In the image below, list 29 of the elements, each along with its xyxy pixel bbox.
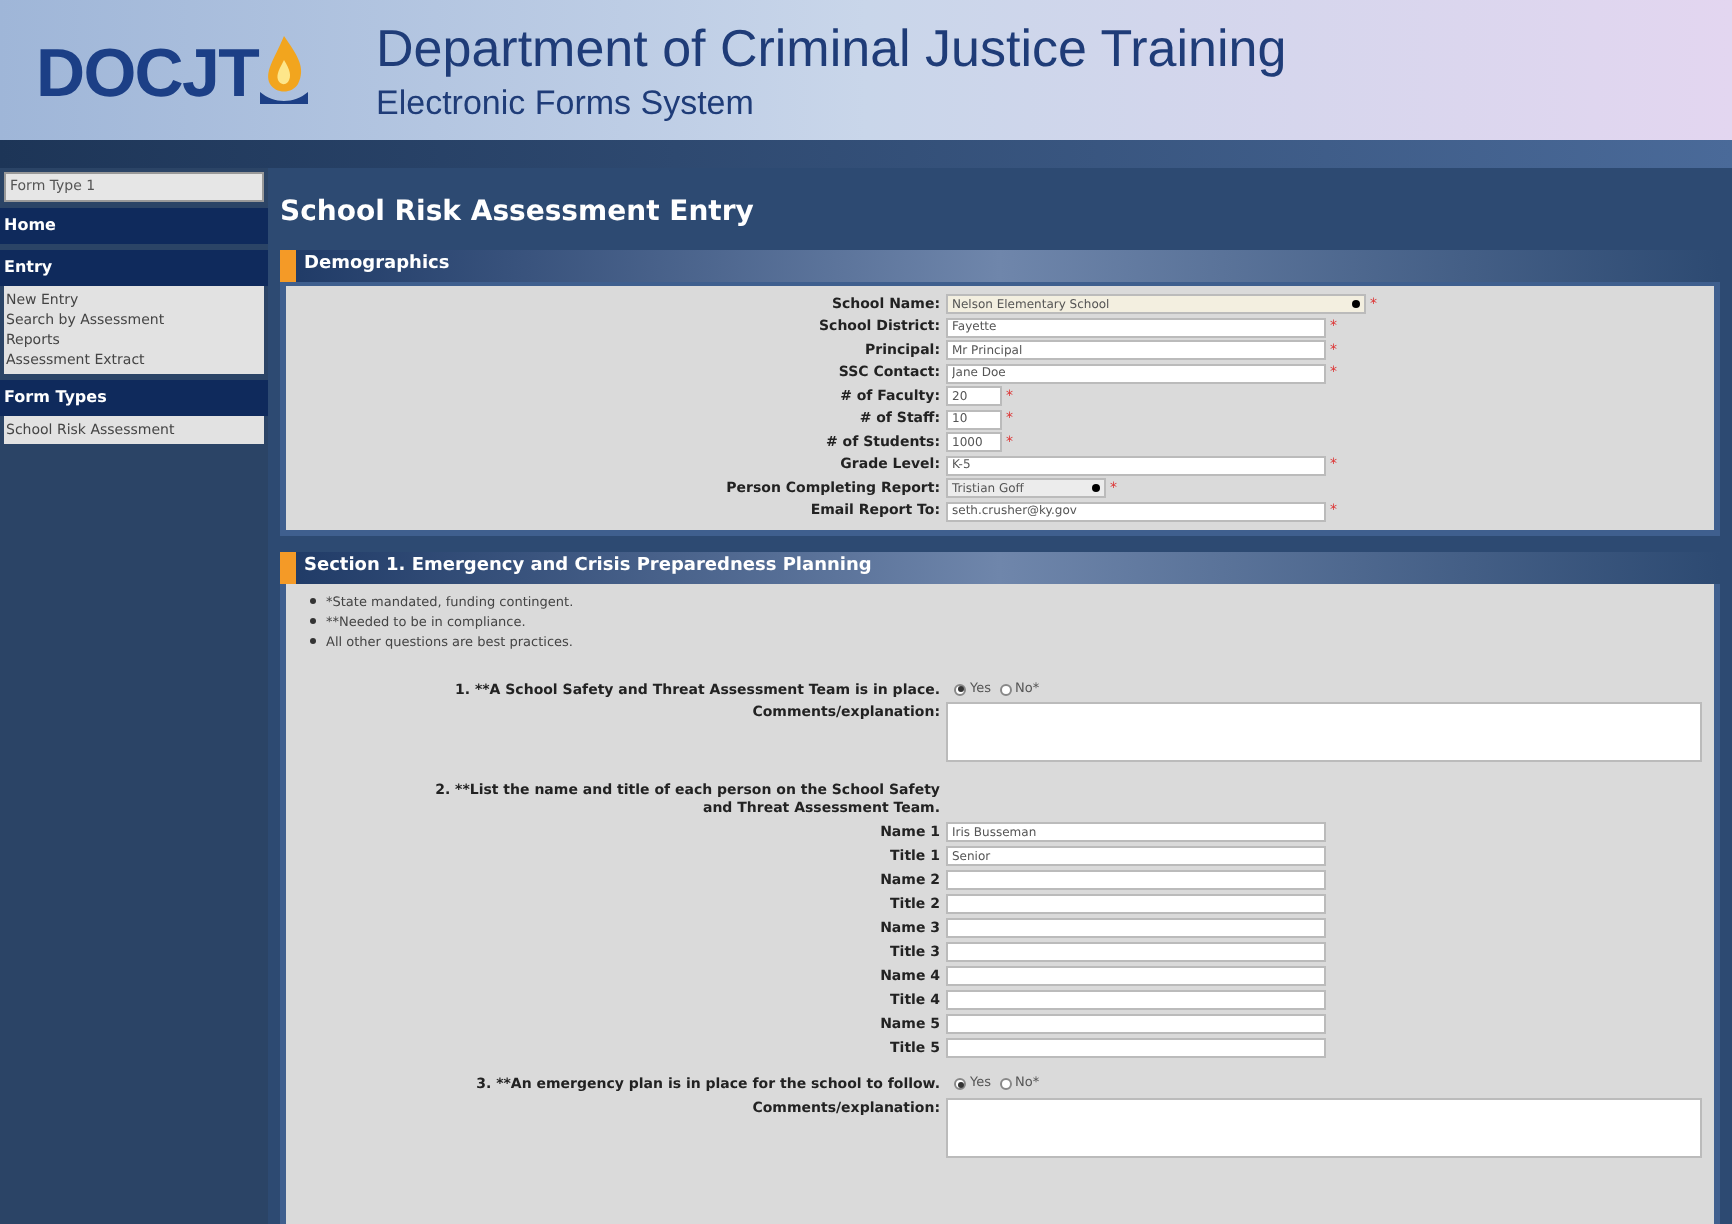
sidebar-heading[interactable]: Entry	[0, 249, 268, 285]
input-field[interactable]	[946, 966, 1326, 986]
comments-field[interactable]	[946, 1097, 1702, 1157]
logo-text: DOCJT	[36, 40, 258, 108]
site-subtitle: Electronic Forms System	[376, 81, 756, 124]
sidebar-heading[interactable]: Home	[0, 207, 268, 243]
bullet-icon	[310, 638, 316, 644]
input-field[interactable]	[946, 918, 1326, 938]
radio-button[interactable]	[999, 683, 1011, 696]
section-marker-icon	[280, 551, 296, 583]
page-title: School Risk Assessment Entry	[280, 194, 756, 232]
section-marker-icon	[280, 250, 296, 282]
section-title: Section 1. Emergency and Crisis Preparedness Planning	[304, 553, 872, 580]
radio-button[interactable]	[954, 1078, 966, 1091]
radio-button[interactable]	[999, 1078, 1011, 1091]
site-title: Department of Criminal Justice Training	[376, 16, 1287, 82]
bullet-icon	[310, 618, 316, 624]
flame-icon	[257, 32, 310, 108]
input-field[interactable]	[946, 894, 1326, 914]
section-title: Demographics	[304, 252, 450, 279]
sidebar-heading[interactable]: Form Types	[0, 379, 268, 415]
bullet-icon	[310, 598, 316, 604]
input-field[interactable]	[946, 942, 1326, 962]
input-field[interactable]	[946, 1014, 1326, 1034]
input-field[interactable]	[946, 1038, 1326, 1058]
input-field[interactable]	[946, 990, 1326, 1010]
comments-field[interactable]	[946, 702, 1702, 762]
radio-button[interactable]	[954, 683, 966, 696]
input-field[interactable]	[946, 870, 1326, 890]
